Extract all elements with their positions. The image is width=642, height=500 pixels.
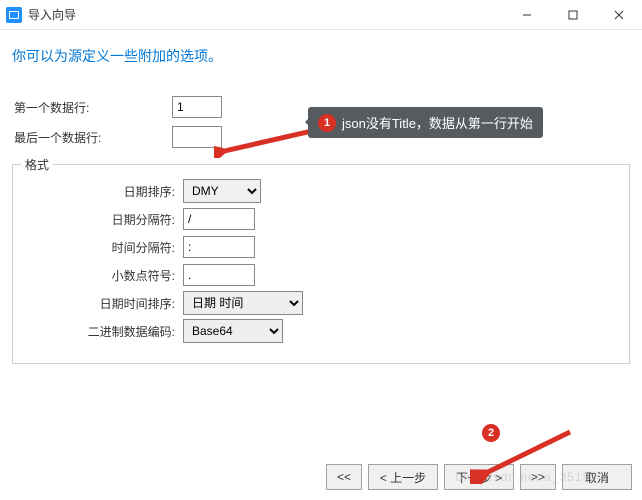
date-order-select[interactable]: DMY [183, 179, 261, 203]
date-sep-label: 日期分隔符: [23, 211, 183, 228]
prev-button[interactable]: < 上一步 [368, 464, 438, 490]
binary-enc-select[interactable]: Base64 [183, 319, 283, 343]
datetime-order-select[interactable]: 日期 时间 [183, 291, 303, 315]
window-title: 导入向导 [28, 6, 504, 23]
close-button[interactable] [596, 0, 642, 29]
annotation-badge-2: 2 [482, 424, 500, 442]
last-data-row-label: 最后一个数据行: [12, 129, 172, 146]
datetime-order-label: 日期时间排序: [23, 295, 183, 312]
app-icon [6, 7, 22, 23]
date-sep-input[interactable] [183, 208, 255, 230]
format-fieldset: 格式 日期排序: DMY 日期分隔符: 时间分隔符: 小数点符号: 日期时间排序… [12, 164, 630, 364]
decimal-label: 小数点符号: [23, 267, 183, 284]
annotation-text-1: json没有Title，数据从第一行开始 [342, 113, 533, 132]
page-headline: 你可以为源定义一些附加的选项。 [0, 30, 642, 74]
minimize-button[interactable] [504, 0, 550, 29]
first-page-button[interactable]: << [326, 464, 362, 490]
maximize-button[interactable] [550, 0, 596, 29]
first-data-row-label: 第一个数据行: [12, 99, 172, 116]
decimal-input[interactable] [183, 264, 255, 286]
window-controls [504, 0, 642, 29]
binary-enc-label: 二进制数据编码: [23, 323, 183, 340]
watermark-text: blog.csdn.net/a_35197 [456, 470, 598, 484]
format-legend: 格式 [21, 156, 53, 173]
last-data-row-input[interactable] [172, 126, 222, 148]
titlebar: 导入向导 [0, 0, 642, 30]
annotation-callout-1: 1 json没有Title，数据从第一行开始 [308, 107, 543, 138]
annotation-badge-1: 1 [318, 114, 336, 132]
time-sep-input[interactable] [183, 236, 255, 258]
time-sep-label: 时间分隔符: [23, 239, 183, 256]
date-order-label: 日期排序: [23, 183, 183, 200]
first-data-row-input[interactable] [172, 96, 222, 118]
